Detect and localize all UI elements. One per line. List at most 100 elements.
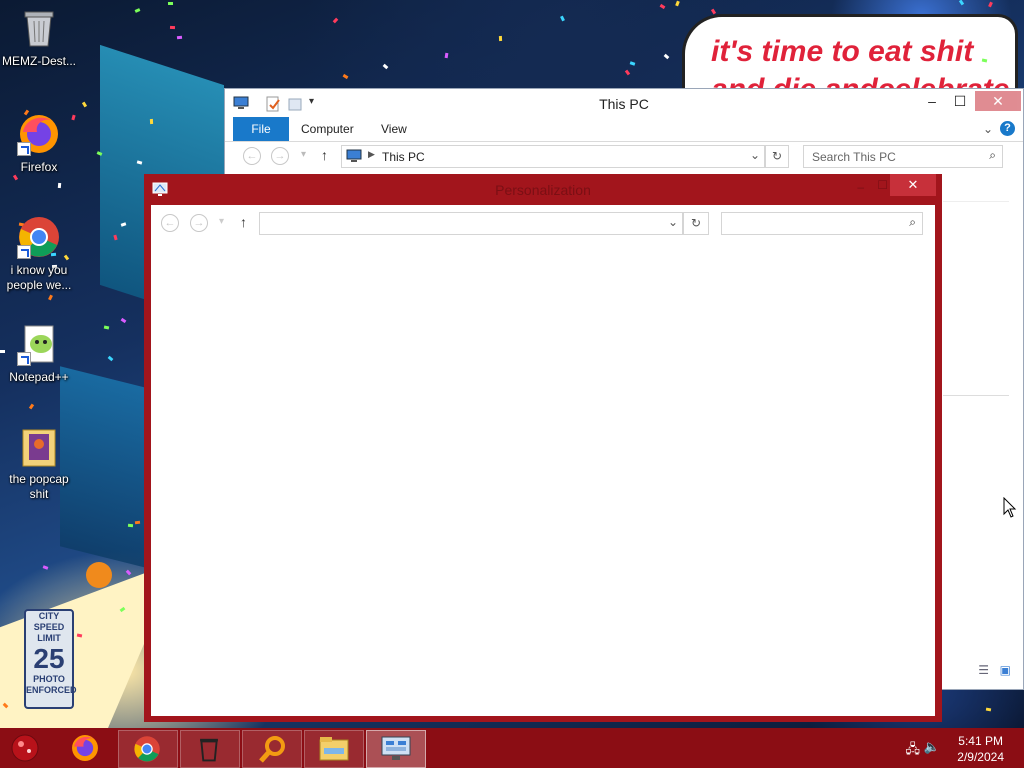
sign-number: 25: [33, 643, 65, 674]
address-dropdown-icon[interactable]: ⌄: [668, 215, 678, 229]
personalization-window[interactable]: Personalization – ☐ ✕ ← → ▾ ↑ ⌄ ↻ ⌕: [144, 174, 942, 722]
up-arrow-icon[interactable]: ↑: [321, 147, 328, 163]
recent-dropdown-icon[interactable]: ▾: [219, 216, 224, 227]
desktop-icon-firefox[interactable]: Firefox: [1, 112, 77, 175]
tab-view[interactable]: View: [381, 117, 407, 141]
confetti-piece: [498, 35, 503, 42]
desktop-icon-memz[interactable]: MEMZ-Dest...: [1, 6, 77, 69]
address-bar[interactable]: ▶ This PC ⌄: [341, 145, 765, 168]
confetti-piece: [48, 294, 53, 301]
confetti-piece: [663, 53, 670, 60]
sign-text: SPEED: [33, 622, 65, 632]
confetti-piece: [342, 73, 349, 80]
notepad-plus-plus-icon: [17, 322, 61, 366]
system-clock[interactable]: 5:41 PM 2/9/2024: [957, 733, 1004, 765]
taskbar: 🖧 🔈 5:41 PM 2/9/2024: [0, 728, 1024, 768]
desktop-icon-notepadpp[interactable]: Notepad++: [1, 322, 77, 385]
minimize-button[interactable]: –: [917, 91, 947, 111]
address-dropdown-icon[interactable]: ⌄: [750, 148, 760, 162]
maximize-button[interactable]: ☐: [877, 178, 888, 192]
computer-icon: [346, 149, 362, 166]
desktop-icon-chrome[interactable]: i know you people we...: [1, 215, 77, 293]
recent-dropdown-icon[interactable]: ▾: [301, 149, 306, 160]
forward-button[interactable]: →: [190, 214, 208, 232]
confetti-piece: [988, 1, 993, 8]
shortcut-arrow-icon: [17, 352, 31, 366]
back-button[interactable]: ←: [161, 214, 179, 232]
refresh-button[interactable]: ↻: [765, 145, 789, 168]
help-button[interactable]: ?: [1000, 121, 1015, 136]
personalization-content: ← → ▾ ↑ ⌄ ↻ ⌕: [151, 205, 935, 716]
shortcut-arrow-icon: [17, 142, 31, 156]
search-box[interactable]: ⌕: [721, 212, 923, 235]
folder-icon: [17, 424, 61, 468]
confetti-piece: [134, 8, 141, 13]
confetti-piece: [107, 355, 114, 362]
ribbon-expand-icon[interactable]: ⌄: [983, 122, 993, 136]
network-icon[interactable]: 🖧: [906, 740, 921, 762]
back-button[interactable]: ←: [243, 147, 261, 165]
minimize-button[interactable]: –: [857, 180, 864, 194]
forward-button[interactable]: →: [271, 147, 289, 165]
desktop-icon-label: i know you people we...: [6, 263, 72, 292]
desktop-icon-popcap-folder[interactable]: the popcap shit: [1, 424, 77, 502]
wallpaper-orange-light: [86, 562, 112, 588]
confetti-piece: [629, 61, 636, 66]
tab-file[interactable]: File: [233, 117, 289, 141]
taskbar-recycle-bin[interactable]: [180, 730, 240, 768]
confetti-piece: [103, 325, 110, 330]
confetti-piece: [958, 0, 965, 6]
confetti-piece: [382, 63, 389, 70]
personalization-title: Personalization: [495, 182, 591, 198]
tab-computer[interactable]: Computer: [301, 117, 354, 141]
confetti-piece: [42, 565, 49, 570]
search-placeholder: Search This PC: [812, 150, 896, 164]
confetti-piece: [560, 15, 565, 22]
taskbar-chrome[interactable]: [118, 730, 178, 768]
search-icon: ⌕: [989, 148, 996, 162]
confetti-piece: [134, 520, 141, 525]
confetti-piece: [12, 174, 19, 181]
details-view-icon[interactable]: ☰: [978, 663, 989, 677]
personalization-titlebar[interactable]: Personalization – ☐ ✕: [144, 174, 942, 204]
explorer-title: This PC: [599, 96, 649, 112]
close-button[interactable]: ✕: [975, 91, 1021, 111]
confetti-piece: [444, 52, 449, 59]
search-box[interactable]: Search This PC ⌕: [803, 145, 1003, 168]
up-arrow-icon[interactable]: ↑: [240, 214, 247, 230]
confetti-piece: [985, 707, 992, 712]
breadcrumb-separator-icon: ▶: [368, 149, 375, 159]
confetti-piece: [624, 69, 631, 76]
confetti-piece: [659, 3, 666, 10]
desktop-icon-label: Firefox: [20, 160, 58, 174]
explorer-nav-row: ← → ▾ ↑ ▶ This PC ⌄ ↻ Search This PC ⌕: [225, 142, 1023, 172]
sign-text: PHOTO: [33, 674, 65, 684]
shortcut-arrow-icon: [17, 245, 31, 259]
volume-muted-icon[interactable]: 🔈: [924, 739, 940, 755]
confetti-piece: [176, 35, 183, 40]
confetti-piece: [675, 0, 680, 7]
confetti-piece: [57, 182, 62, 189]
file-explorer-icon: [319, 737, 349, 761]
refresh-button[interactable]: ↻: [683, 212, 709, 235]
confetti-piece: [167, 1, 174, 6]
explorer-ribbon: File Computer View ⌄ ?: [225, 117, 1023, 142]
confetti-piece: [149, 118, 154, 125]
taskbar-control-panel[interactable]: [366, 730, 426, 768]
taskbar-search[interactable]: [242, 730, 302, 768]
confetti-piece: [332, 17, 339, 24]
start-button[interactable]: [0, 730, 52, 766]
close-button[interactable]: ✕: [890, 174, 936, 196]
maximize-button[interactable]: ☐: [945, 91, 975, 111]
taskbar-file-explorer[interactable]: [304, 730, 364, 768]
banner-line1: it's time to eat shit: [711, 35, 974, 68]
explorer-titlebar[interactable]: ▾ This PC – ☐ ✕: [225, 89, 1023, 117]
address-bar[interactable]: ⌄: [259, 212, 683, 235]
taskbar-firefox[interactable]: [56, 730, 114, 766]
firefox-icon: [17, 112, 61, 156]
start-orb-icon: [11, 734, 39, 762]
sign-text: ENFORCED: [26, 685, 77, 695]
large-icons-view-icon[interactable]: ▣: [1000, 663, 1011, 677]
control-panel-icon: [381, 736, 411, 760]
address-text: This PC: [382, 150, 425, 164]
